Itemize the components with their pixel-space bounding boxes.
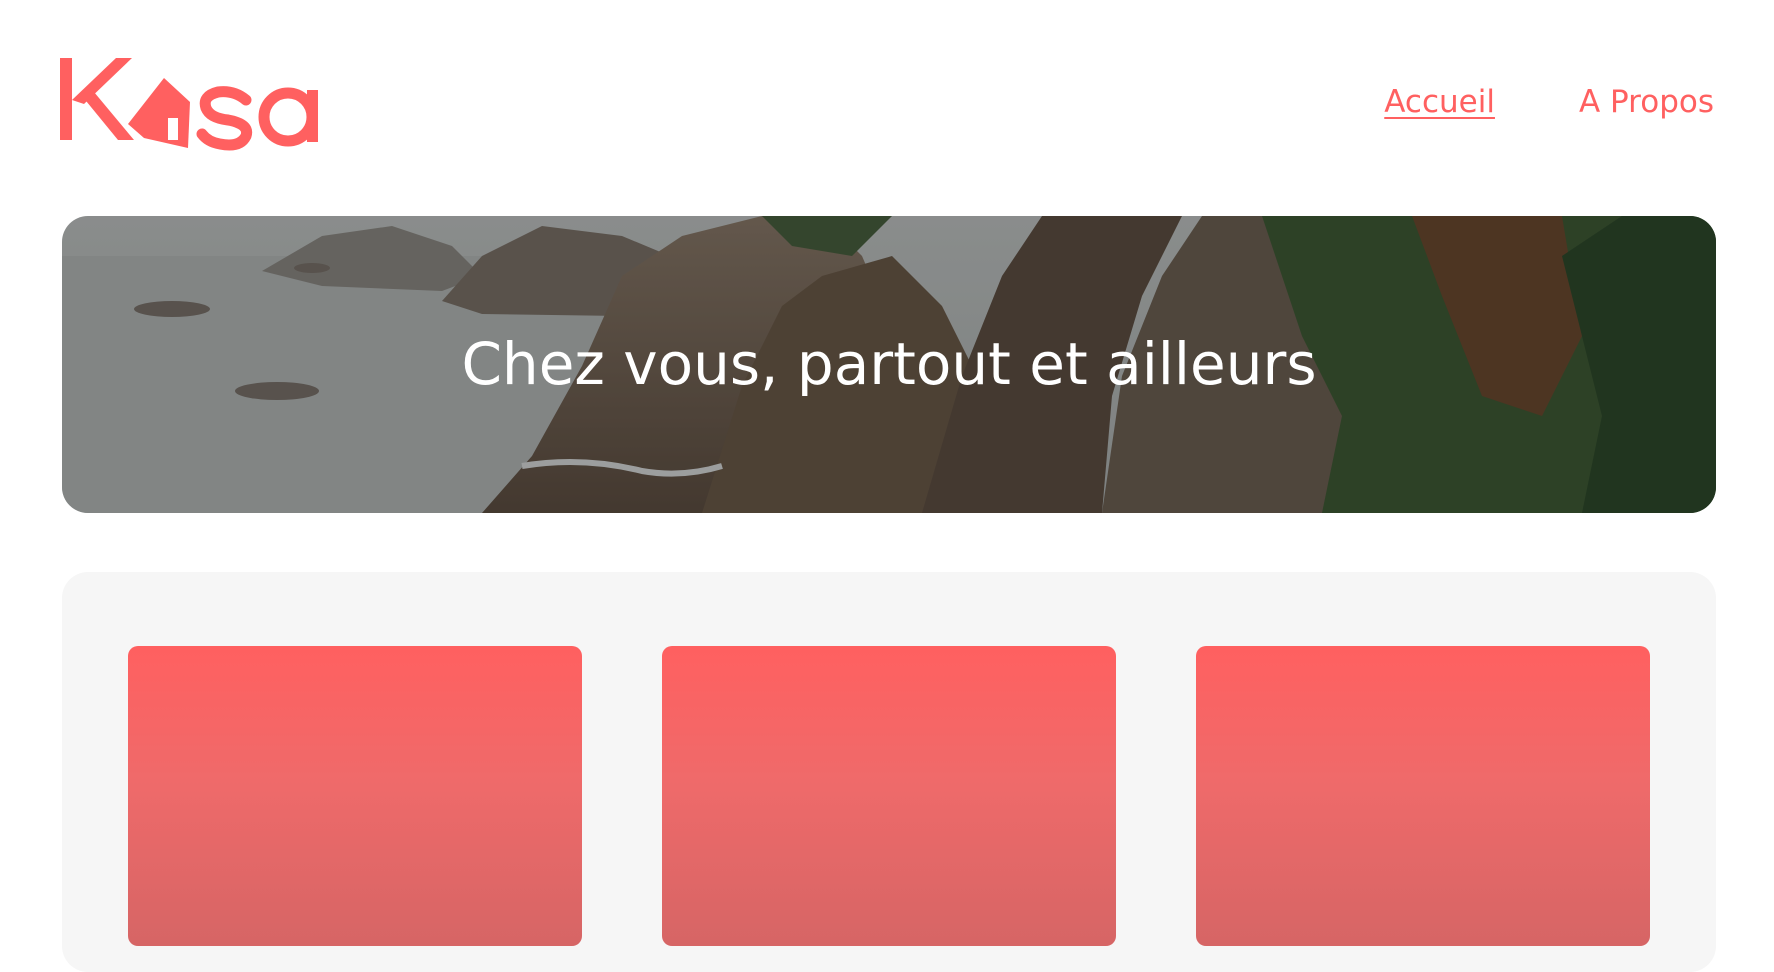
hero-banner: Chez vous, partout et ailleurs (62, 216, 1716, 513)
main-nav: Accueil A Propos (1384, 82, 1714, 122)
house-icon (60, 58, 318, 151)
nav-link-a-propos[interactable]: A Propos (1579, 82, 1714, 122)
listing-card[interactable] (128, 646, 582, 946)
kasa-logo[interactable] (60, 52, 350, 152)
listings-gallery (62, 572, 1716, 972)
banner-title: Chez vous, partout et ailleurs (461, 330, 1317, 398)
site-header: Accueil A Propos (0, 0, 1774, 200)
nav-link-accueil[interactable]: Accueil (1384, 82, 1495, 122)
listing-card[interactable] (662, 646, 1116, 946)
listing-card[interactable] (1196, 646, 1650, 946)
